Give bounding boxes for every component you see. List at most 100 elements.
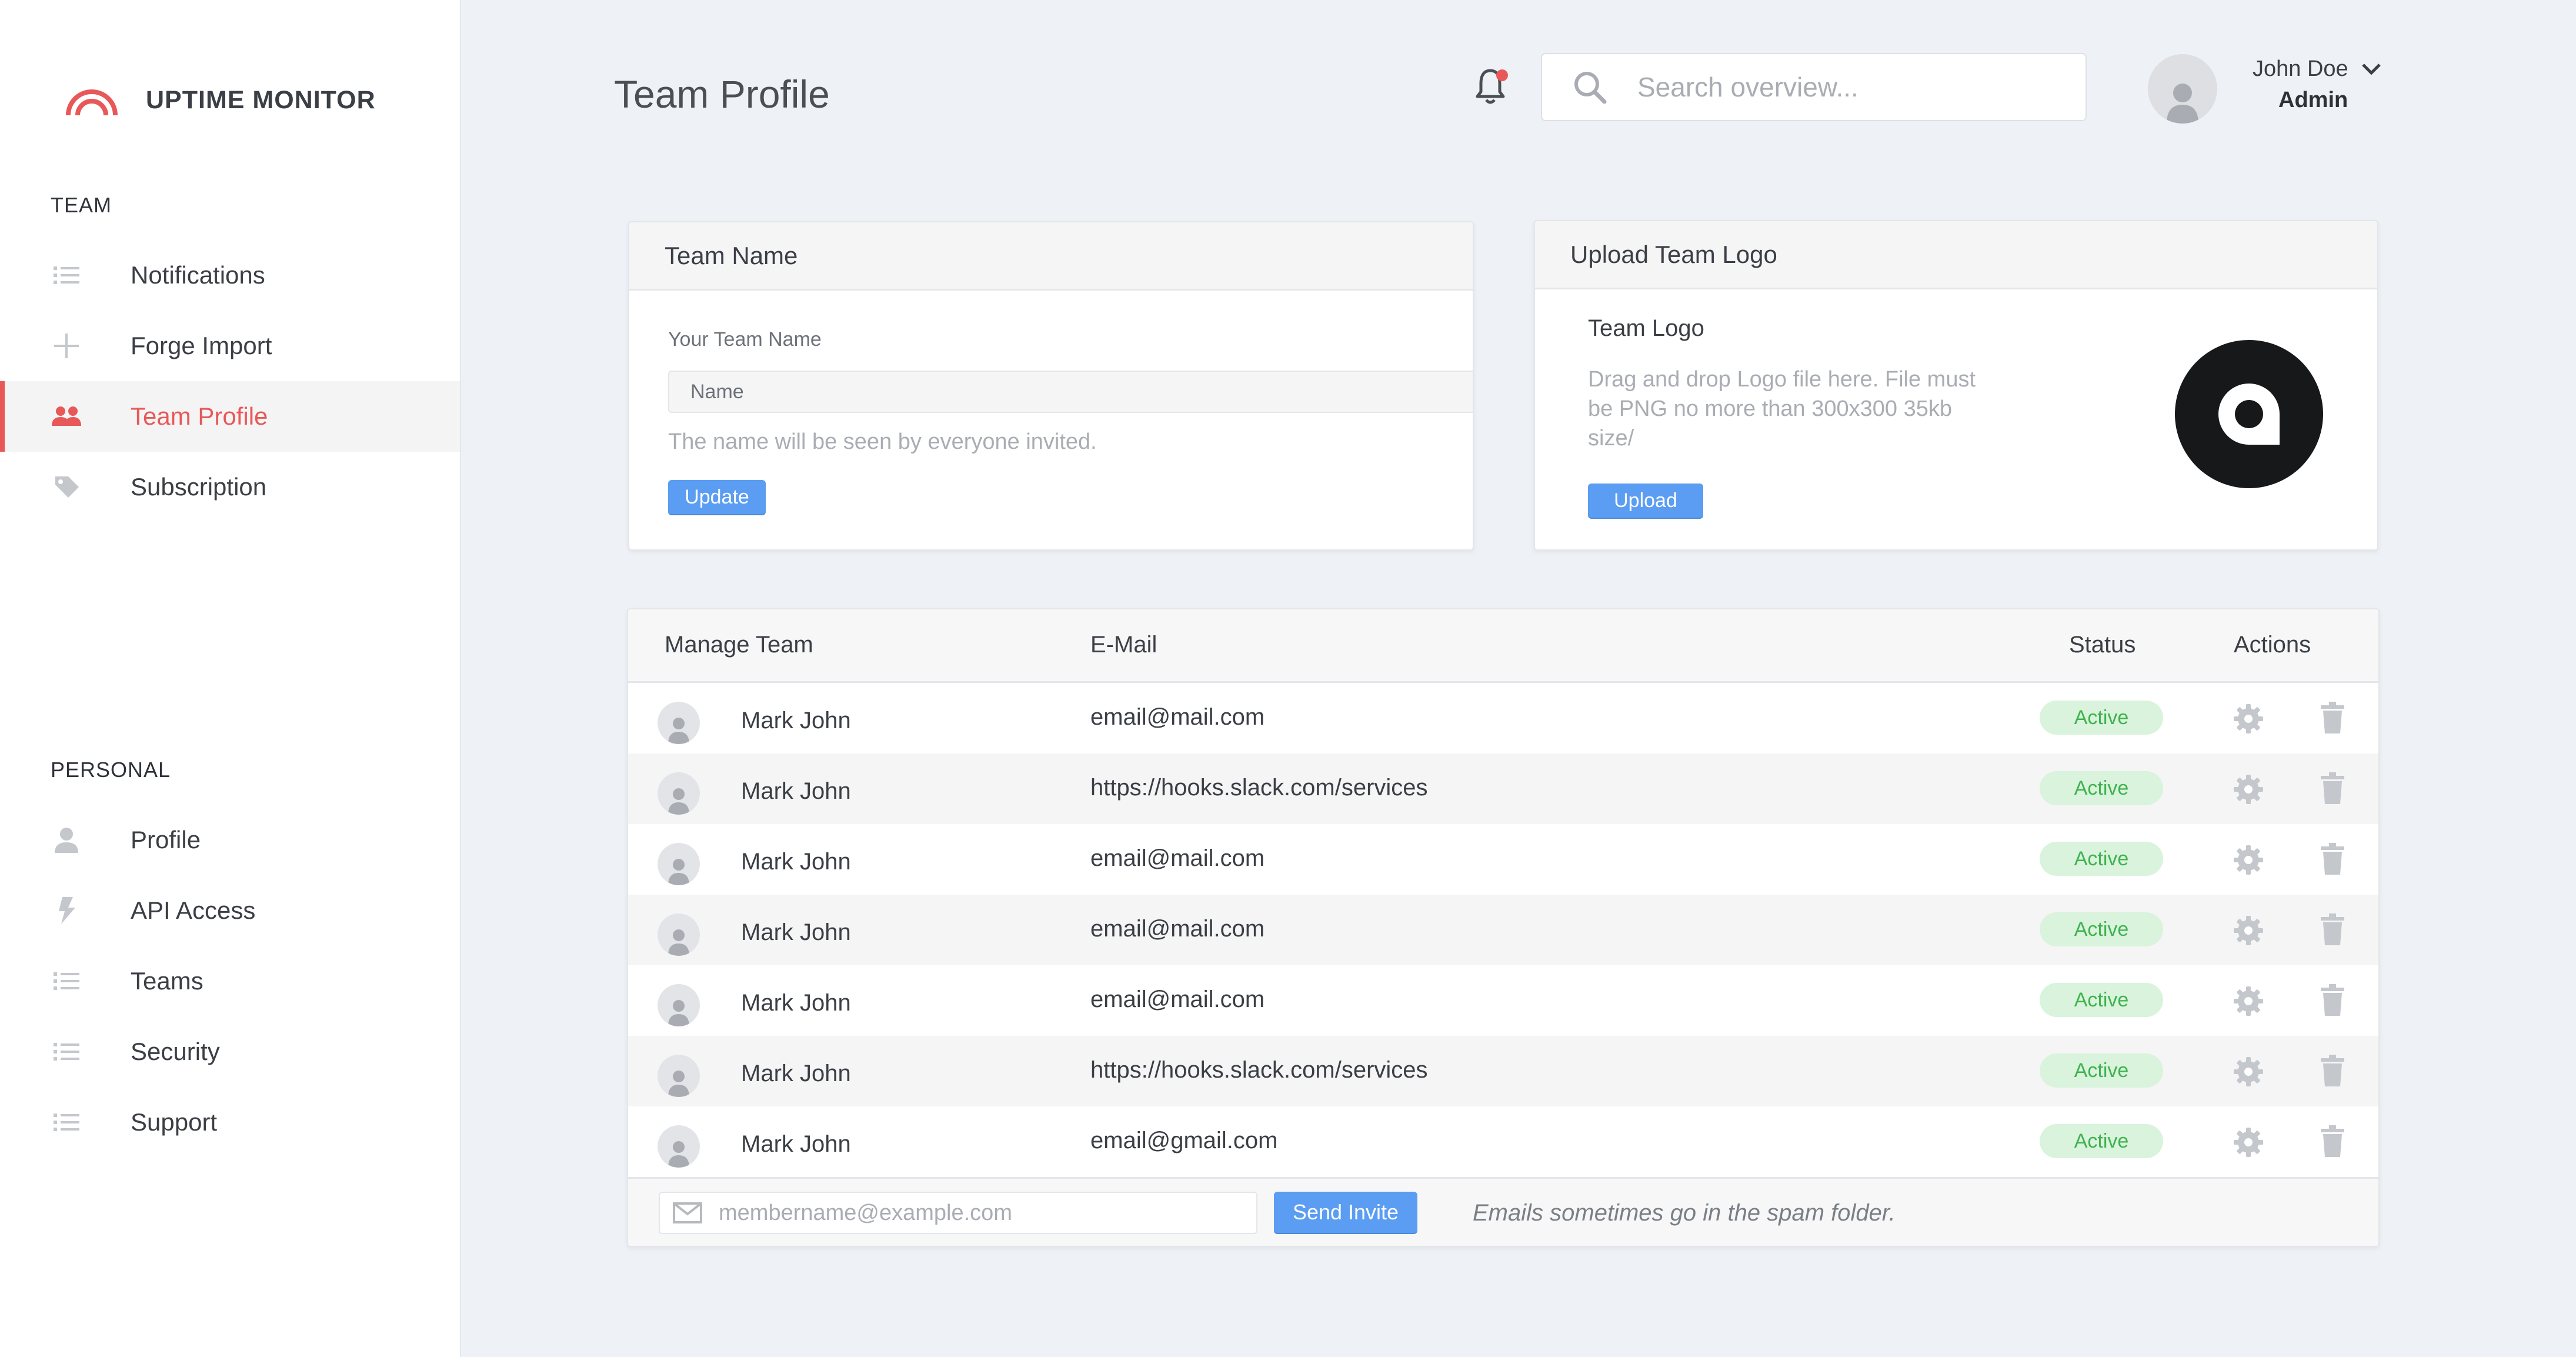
table-header: Manage Team E-Mail Status Actions: [628, 609, 2378, 683]
status-badge: Active: [2040, 701, 2163, 735]
user-avatar-icon: [2167, 84, 2198, 124]
delete-button[interactable]: [2320, 913, 2345, 945]
page-title: Team Profile: [614, 72, 830, 116]
invite-email-input[interactable]: [718, 1199, 1237, 1226]
sidebar-item-label: Support: [131, 1108, 218, 1136]
brand[interactable]: UPTIME MONITOR: [65, 82, 376, 118]
sidebar-item-api-access[interactable]: API Access: [0, 875, 460, 946]
team-logo-preview: [2175, 340, 2323, 488]
user-avatar-icon: [668, 1141, 689, 1168]
bolt-icon: [52, 896, 81, 925]
plus-icon: [52, 331, 81, 361]
trash-icon: [2321, 843, 2344, 875]
member-avatar: [658, 984, 700, 1026]
sidebar-item-forge-import[interactable]: Forge Import: [0, 311, 460, 381]
team-name-card: Team Name Your Team Name The name will b…: [628, 221, 1474, 551]
member-avatar: [658, 1055, 700, 1097]
list-icon: [52, 966, 81, 996]
user-avatar-icon: [668, 1071, 689, 1097]
status-badge: Active: [2040, 1124, 2163, 1158]
user-menu[interactable]: John Doe Admin: [2253, 56, 2388, 113]
user-avatar-icon: [668, 859, 689, 885]
delete-button[interactable]: [2320, 1125, 2345, 1157]
gear-icon: [2234, 1057, 2263, 1086]
gear-icon: [2234, 845, 2263, 875]
settings-button[interactable]: [2233, 1056, 2264, 1088]
send-invite-button[interactable]: Send Invite: [1274, 1192, 1417, 1233]
trash-icon: [2321, 913, 2344, 945]
team-logo-icon: [2218, 384, 2280, 445]
users-icon: [52, 402, 81, 431]
sidebar-item-subscription[interactable]: Subscription: [0, 452, 460, 522]
upload-button[interactable]: Upload: [1588, 484, 1703, 518]
uptime-logo-icon: [66, 89, 118, 116]
member-email: https://hooks.slack.com/services: [1090, 1057, 1428, 1083]
settings-button[interactable]: [2233, 773, 2264, 805]
settings-button[interactable]: [2233, 915, 2264, 946]
member-avatar: [658, 1125, 700, 1168]
sidebar-item-label: Subscription: [131, 473, 267, 501]
sidebar-item-security[interactable]: Security: [0, 1016, 460, 1087]
table-row: Mark John email@mail.com Active: [628, 965, 2378, 1036]
invite-field: [659, 1192, 1257, 1234]
sidebar-item-profile[interactable]: Profile: [0, 805, 460, 875]
hint-line: Drag and drop Logo file here. File must: [1588, 367, 1976, 392]
sidebar-item-label: Security: [131, 1038, 220, 1065]
sidebar-item-label: Team Profile: [131, 402, 268, 430]
member-name: Mark John: [741, 708, 851, 733]
settings-button[interactable]: [2233, 703, 2264, 735]
column-header-status: Status: [2069, 632, 2136, 658]
member-avatar: [658, 913, 700, 956]
settings-button[interactable]: [2233, 1126, 2264, 1158]
team-name-field[interactable]: [668, 371, 1473, 413]
sidebar-item-team-profile[interactable]: Team Profile: [0, 381, 460, 452]
hint-line: size/: [1588, 426, 1634, 451]
member-name: Mark John: [741, 990, 851, 1016]
settings-button[interactable]: [2233, 844, 2264, 876]
sidebar-item-teams[interactable]: Teams: [0, 946, 460, 1016]
sidebar-item-notifications[interactable]: Notifications: [0, 240, 460, 311]
delete-button[interactable]: [2320, 843, 2345, 875]
delete-button[interactable]: [2320, 1055, 2345, 1086]
tag-icon: [52, 472, 81, 502]
trash-icon: [2321, 702, 2344, 733]
member-email: email@mail.com: [1090, 845, 1265, 871]
sidebar: UPTIME MONITOR TEAM Notifications Forge …: [0, 0, 461, 1357]
table-row: Mark John email@gmail.com Active: [628, 1106, 2378, 1177]
table-row: Mark John https://hooks.slack.com/service…: [628, 1036, 2378, 1106]
search-icon: [1574, 72, 1607, 104]
table-row: Mark John https://hooks.slack.com/service…: [628, 753, 2378, 824]
search-input[interactable]: [1636, 71, 2086, 104]
avatar[interactable]: [2148, 54, 2217, 124]
member-name: Mark John: [741, 1131, 851, 1157]
app-name: UPTIME MONITOR: [146, 85, 376, 114]
delete-button[interactable]: [2320, 984, 2345, 1016]
team-name-hint: The name will be seen by everyone invite…: [668, 429, 1097, 454]
list-icon: [52, 1037, 81, 1066]
notifications-bell-button[interactable]: [1474, 67, 1509, 108]
delete-button[interactable]: [2320, 772, 2345, 804]
gear-icon: [2234, 986, 2263, 1016]
settings-button[interactable]: [2233, 985, 2264, 1017]
member-email: email@gmail.com: [1090, 1128, 1278, 1153]
member-name: Mark John: [741, 919, 851, 945]
gear-icon: [2234, 775, 2263, 804]
table-row: Mark John email@mail.com Active: [628, 895, 2378, 965]
upload-logo-card: Upload Team Logo Team Logo Drag and drop…: [1534, 220, 2378, 551]
member-name: Mark John: [741, 849, 851, 875]
table-row: Mark John email@mail.com Active: [628, 824, 2378, 895]
sidebar-item-label: API Access: [131, 896, 256, 924]
update-button[interactable]: Update: [668, 480, 766, 514]
team-name-label: Your Team Name: [668, 328, 822, 351]
member-email: https://hooks.slack.com/services: [1090, 775, 1428, 801]
logo-dropzone-hint[interactable]: Drag and drop Logo file here. File must …: [1588, 365, 2023, 453]
trash-icon: [2321, 1125, 2344, 1157]
member-name: Mark John: [741, 1061, 851, 1086]
table-row: Mark John email@mail.com Active: [628, 683, 2378, 753]
sidebar-item-support[interactable]: Support: [0, 1087, 460, 1158]
member-name: Mark John: [741, 778, 851, 804]
invite-bar: Send Invite Emails sometimes go in the s…: [628, 1177, 2378, 1246]
delete-button[interactable]: [2320, 702, 2345, 733]
column-header-email: E-Mail: [1090, 632, 1157, 658]
status-badge: Active: [2040, 1053, 2163, 1088]
